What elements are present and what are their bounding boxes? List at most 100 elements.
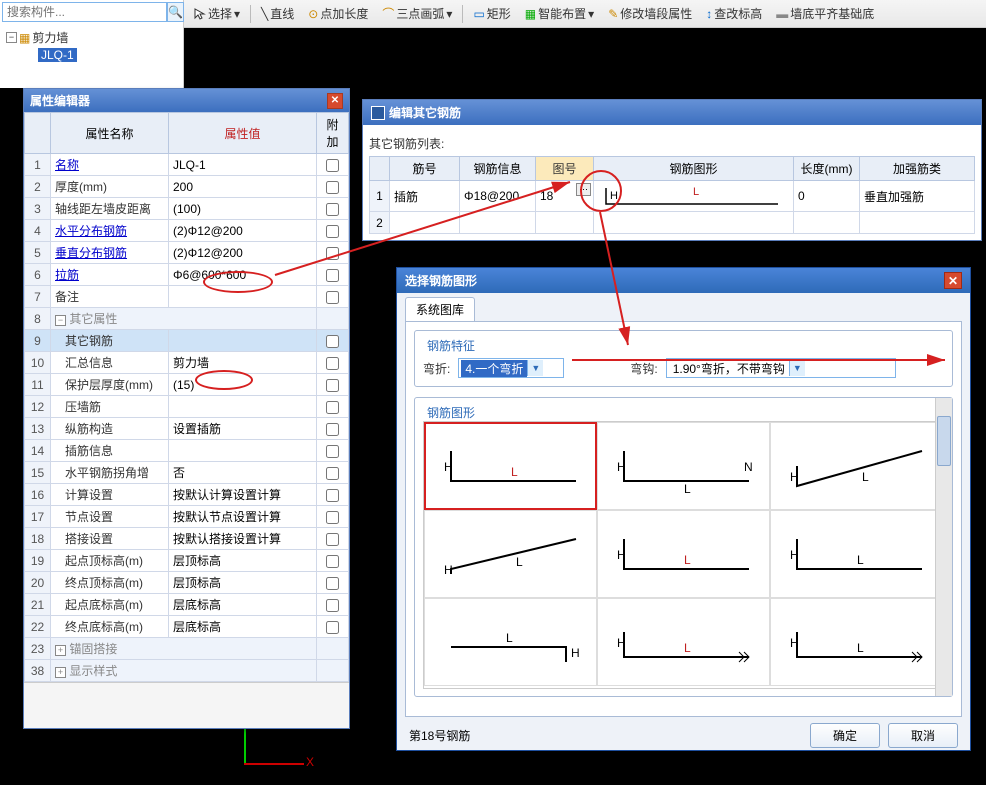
add-checkbox[interactable]: [326, 291, 339, 304]
add-checkbox[interactable]: [326, 203, 339, 216]
add-checkbox[interactable]: [326, 357, 339, 370]
property-row[interactable]: 23+ 锚固搭接: [25, 638, 349, 660]
property-row[interactable]: 6拉筋Φ6@600*600: [25, 264, 349, 286]
edit-rebar-window: 编辑其它钢筋 其它钢筋列表: 筋号 钢筋信息 图号 钢筋图形 长度(mm) 加强…: [362, 99, 982, 241]
svg-text:H: H: [790, 636, 799, 650]
add-checkbox[interactable]: [326, 489, 339, 502]
check-elev-tool[interactable]: ↕查改标高: [700, 3, 768, 24]
cancel-button[interactable]: 取消: [888, 723, 958, 748]
footer-label: 第18号钢筋: [409, 727, 470, 744]
property-row[interactable]: 12 压墙筋: [25, 396, 349, 418]
wall-base-tool[interactable]: ▬墙底平齐基础底: [770, 3, 880, 24]
modify-wall-tool[interactable]: ✎修改墙段属性: [602, 3, 698, 24]
svg-text:L: L: [684, 553, 691, 567]
property-row[interactable]: 7备注: [25, 286, 349, 308]
hook-combo[interactable]: 1.90°弯折，不带弯钩▼: [666, 358, 896, 378]
tree-item-wall[interactable]: − ▦ 剪力墙: [6, 28, 177, 47]
svg-text:L: L: [862, 470, 869, 484]
shapes-grid: HL HLN HL HL HL HL LH HL HL: [423, 421, 944, 689]
add-checkbox[interactable]: [326, 599, 339, 612]
property-row[interactable]: 5垂直分布钢筋(2)Φ12@200: [25, 242, 349, 264]
add-checkbox[interactable]: [326, 247, 339, 260]
shape-option[interactable]: HL: [770, 422, 943, 510]
rect-tool[interactable]: ▭矩形: [467, 3, 516, 24]
shape-option[interactable]: HL: [424, 422, 597, 510]
property-row[interactable]: 38+ 显示样式: [25, 660, 349, 682]
bend-label: 弯折:: [423, 360, 450, 377]
rebar-row[interactable]: 1插筋Φ18@20018⋯HL0垂直加强筋: [370, 181, 975, 212]
line-tool[interactable]: ╲ 直线: [255, 3, 300, 24]
add-checkbox[interactable]: [326, 467, 339, 480]
search-button[interactable]: 🔍: [167, 2, 184, 22]
property-row[interactable]: 18 搭接设置按默认搭接设置计算: [25, 528, 349, 550]
search-input[interactable]: [2, 2, 167, 22]
add-checkbox[interactable]: [326, 533, 339, 546]
ok-button[interactable]: 确定: [810, 723, 880, 748]
property-row[interactable]: 13 纵筋构造设置插筋: [25, 418, 349, 440]
svg-text:L: L: [516, 555, 523, 569]
shape-option[interactable]: HL: [770, 510, 943, 598]
add-checkbox[interactable]: [326, 401, 339, 414]
point-len-tool[interactable]: ⊙点加长度: [302, 3, 374, 24]
property-row[interactable]: 2厚度(mm)200: [25, 176, 349, 198]
svg-text:L: L: [684, 482, 691, 496]
add-checkbox[interactable]: [326, 379, 339, 392]
browse-button[interactable]: ⋯: [576, 183, 591, 196]
tree-item-jlq1[interactable]: JLQ-1: [6, 47, 177, 63]
shape-option[interactable]: HL: [424, 510, 597, 598]
property-row[interactable]: 15 水平钢筋拐角增否: [25, 462, 349, 484]
close-icon[interactable]: ✕: [327, 93, 343, 109]
tab-system-library[interactable]: 系统图库: [405, 297, 475, 321]
shapes-legend: 钢筋图形: [423, 404, 479, 421]
smart-tool[interactable]: ▦智能布置 ▾: [519, 3, 600, 24]
property-row[interactable]: 4水平分布钢筋(2)Φ12@200: [25, 220, 349, 242]
property-row[interactable]: 10 汇总信息剪力墙: [25, 352, 349, 374]
property-row[interactable]: 16 计算设置按默认计算设置计算: [25, 484, 349, 506]
property-editor-title[interactable]: 属性编辑器 ✕: [24, 89, 349, 112]
close-icon[interactable]: ✕: [944, 272, 962, 289]
rebar-row[interactable]: 2: [370, 212, 975, 234]
property-row[interactable]: 11 保护层厚度(mm)(15): [25, 374, 349, 396]
add-checkbox[interactable]: [326, 511, 339, 524]
shape-option[interactable]: HLN: [597, 422, 770, 510]
shape-option[interactable]: HL: [770, 598, 943, 686]
property-row[interactable]: 9 其它钢筋: [25, 330, 349, 352]
shape-option[interactable]: HL: [597, 598, 770, 686]
scrollbar[interactable]: [935, 398, 952, 696]
dialog-title[interactable]: 选择钢筋图形 ✕: [397, 268, 970, 293]
svg-text:H: H: [617, 548, 626, 562]
property-row[interactable]: 22 终点底标高(m)层底标高: [25, 616, 349, 638]
bend-combo[interactable]: 4.一个弯折▼: [458, 358, 564, 378]
property-row[interactable]: 19 起点顶标高(m)层顶标高: [25, 550, 349, 572]
add-checkbox[interactable]: [326, 159, 339, 172]
property-row[interactable]: 1名称JLQ-1: [25, 154, 349, 176]
select-tool[interactable]: 选择 ▾: [188, 3, 246, 24]
svg-text:H: H: [444, 460, 453, 474]
property-row[interactable]: 21 起点底标高(m)层底标高: [25, 594, 349, 616]
add-checkbox[interactable]: [326, 445, 339, 458]
component-tree-panel: 🔍 − ▦ 剪力墙 JLQ-1: [0, 0, 184, 88]
shape-option[interactable]: HL: [597, 510, 770, 598]
edit-rebar-title[interactable]: 编辑其它钢筋: [363, 100, 981, 125]
shape-option[interactable]: LH: [424, 598, 597, 686]
svg-text:H: H: [617, 636, 626, 650]
add-checkbox[interactable]: [326, 181, 339, 194]
svg-text:H: H: [444, 563, 453, 577]
property-row[interactable]: 14 插筋信息: [25, 440, 349, 462]
add-checkbox[interactable]: [326, 269, 339, 282]
add-checkbox[interactable]: [326, 335, 339, 348]
add-checkbox[interactable]: [326, 577, 339, 590]
rebar-table: 筋号 钢筋信息 图号 钢筋图形 长度(mm) 加强筋类 1插筋Φ18@20018…: [369, 156, 975, 234]
add-checkbox[interactable]: [326, 225, 339, 238]
arc3-tool[interactable]: ⌒三点画弧 ▾: [376, 3, 458, 24]
select-shape-dialog: 选择钢筋图形 ✕ 系统图库 钢筋特征 弯折: 4.一个弯折▼ 弯钩: 1.90°…: [396, 267, 971, 751]
property-row[interactable]: 20 终点顶标高(m)层顶标高: [25, 572, 349, 594]
property-row[interactable]: 8− 其它属性: [25, 308, 349, 330]
svg-text:L: L: [857, 641, 864, 655]
add-checkbox[interactable]: [326, 621, 339, 634]
add-checkbox[interactable]: [326, 423, 339, 436]
add-checkbox[interactable]: [326, 555, 339, 568]
property-row[interactable]: 17 节点设置按默认节点设置计算: [25, 506, 349, 528]
svg-text:L: L: [684, 641, 691, 655]
property-row[interactable]: 3轴线距左墙皮距离(100): [25, 198, 349, 220]
